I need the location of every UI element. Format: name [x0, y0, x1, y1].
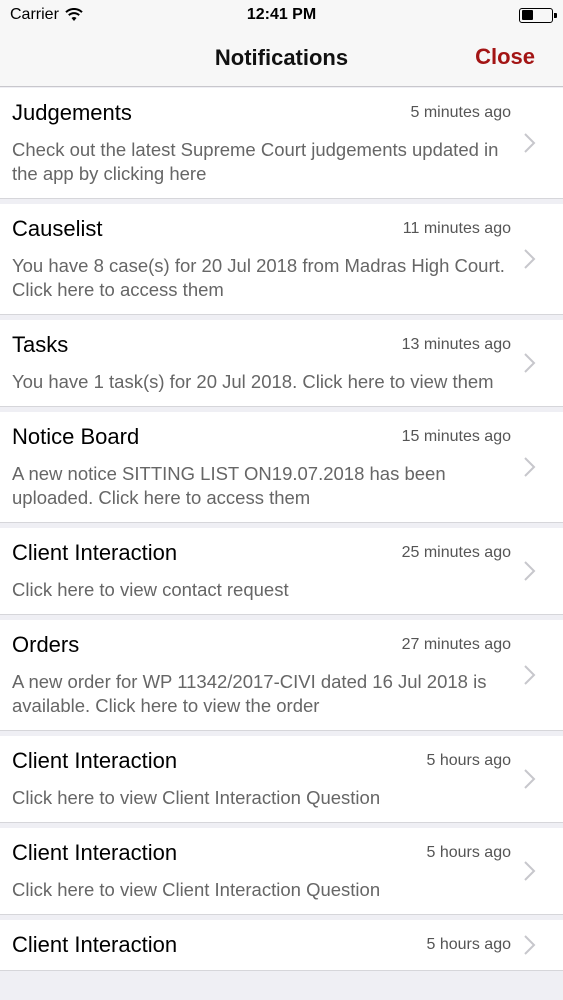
notification-time: 27 minutes ago [401, 636, 511, 653]
chevron-right-icon [524, 249, 536, 269]
carrier-group: Carrier [10, 6, 83, 24]
notification-item[interactable]: Orders 27 minutes ago A new order for WP 1… [0, 620, 563, 731]
notification-message: A new notice SITTING LIST ON19.07.2018 h… [12, 463, 446, 508]
notification-message: Click here to view Client Interaction Qu… [12, 787, 381, 808]
carrier-label: Carrier [10, 6, 59, 23]
notification-message: Click here to view Client Interaction Qu… [12, 879, 381, 900]
notification-time: 5 hours ago [426, 752, 511, 769]
notification-message: Click here to view contact request [12, 579, 289, 600]
page-title: Notifications [214, 45, 349, 70]
battery-level [521, 10, 534, 20]
battery-icon [519, 7, 557, 23]
notification-item[interactable]: Client Interaction 5 hours ago [0, 920, 563, 971]
chevron-right-icon [524, 665, 536, 685]
navigation-bar: Notifications Close [0, 30, 563, 87]
chevron-right-icon [524, 935, 536, 955]
chevron-right-icon [524, 457, 536, 477]
notification-time: 25 minutes ago [401, 544, 511, 561]
wifi-icon [65, 8, 83, 21]
notification-message: You have 1 task(s) for 20 Jul 2018. Clic… [12, 371, 494, 392]
notification-item[interactable]: Client Interaction 25 minutes ago Click he… [0, 528, 563, 615]
notification-time: 15 minutes ago [401, 428, 511, 445]
chevron-right-icon [524, 133, 536, 153]
status-bar: Carrier 12:41 PM [0, 0, 563, 30]
chevron-right-icon [524, 561, 536, 581]
notification-item[interactable]: Tasks 13 minutes ago You have 1 task(s) fo… [0, 320, 563, 407]
notification-time: 13 minutes ago [401, 336, 511, 353]
notification-item[interactable]: Causelist 11 minutes ago You have 8 case(s… [0, 204, 563, 315]
notification-time: 5 hours ago [426, 936, 511, 953]
notification-item[interactable]: Notice Board 15 minutes ago A new notice S… [0, 412, 563, 523]
status-time: 12:41 PM [246, 6, 317, 23]
notification-time: 11 minutes ago [402, 220, 511, 237]
notification-message: You have 8 case(s) for 20 Jul 2018 from … [12, 255, 505, 300]
close-button[interactable]: Close [475, 44, 535, 70]
notification-time: 5 minutes ago [410, 104, 511, 121]
notification-item[interactable]: Client Interaction 5 hours ago Click here … [0, 828, 563, 915]
chevron-right-icon [524, 769, 536, 789]
notification-item[interactable]: Client Interaction 5 hours ago Click here … [0, 736, 563, 823]
notification-list: Judgements 5 minutes ago Check out the lat… [0, 88, 563, 976]
notification-time: 5 hours ago [426, 844, 511, 861]
notification-message: Check out the latest Supreme Court judge… [12, 139, 499, 184]
notification-item[interactable]: Judgements 5 minutes ago Check out the lat… [0, 88, 563, 199]
notification-message: A new order for WP 11342/2017-CIVI dated… [12, 671, 487, 716]
chevron-right-icon [524, 861, 536, 881]
chevron-right-icon [524, 353, 536, 373]
